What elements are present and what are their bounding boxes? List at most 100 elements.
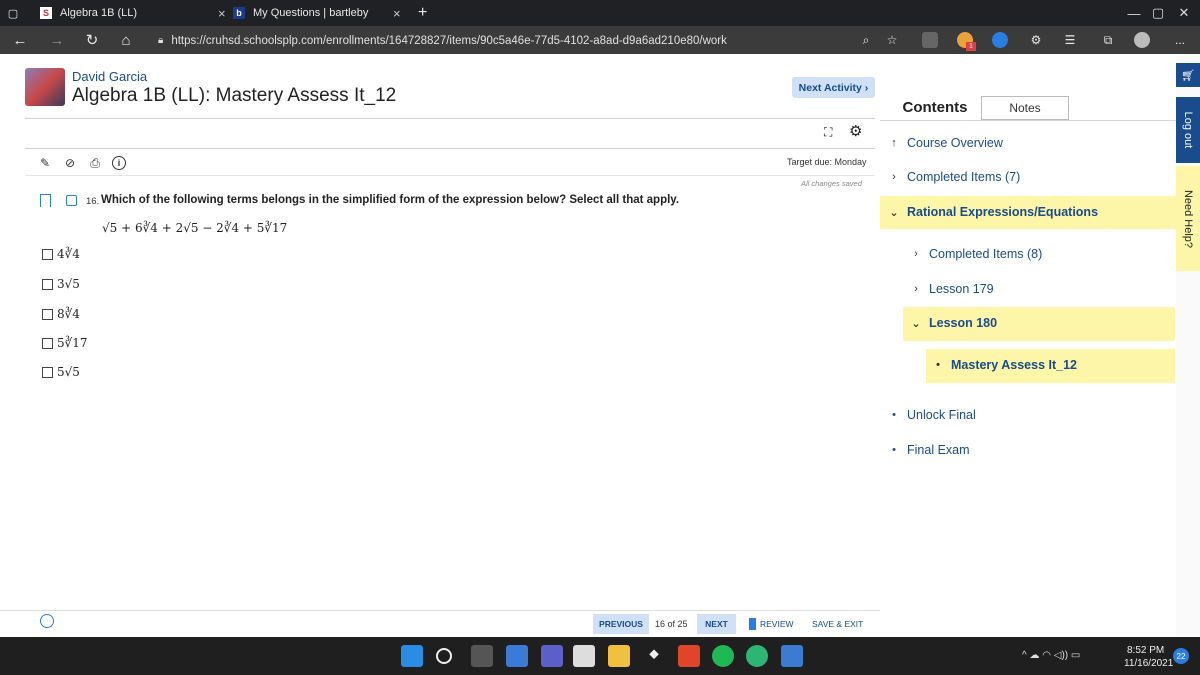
- edge-icon[interactable]: [746, 645, 768, 667]
- url-field[interactable]: 🔒︎ https://cruhsd.schoolsplp.com/enrollm…: [158, 30, 893, 51]
- checkbox[interactable]: [42, 278, 53, 290]
- tab-contents[interactable]: Contents: [893, 96, 977, 120]
- sidebar-item-unit[interactable]: ⌄ Rational Expressions/Equations: [887, 205, 1098, 219]
- print-icon[interactable]: ⎙: [88, 156, 102, 170]
- extension-icon[interactable]: [992, 32, 1008, 48]
- sidebar-item-label: Lesson 179: [929, 282, 994, 296]
- forward-icon[interactable]: →: [45, 26, 69, 54]
- sidebar-item-lesson-179[interactable]: › Lesson 179: [909, 282, 994, 296]
- logout-button[interactable]: Log out: [1176, 97, 1200, 163]
- next-button[interactable]: NEXT: [697, 614, 736, 634]
- favorites-icon[interactable]: ☰: [1060, 26, 1080, 54]
- refresh-icon[interactable]: ↻: [80, 26, 104, 54]
- extension-icon[interactable]: [922, 32, 938, 48]
- info-icon[interactable]: i: [112, 156, 126, 170]
- home-icon[interactable]: ⌂: [114, 26, 138, 54]
- teams-icon[interactable]: [541, 645, 563, 667]
- tab-title: My Questions | bartleby: [253, 7, 369, 19]
- target-due: Target due: Monday: [787, 157, 867, 167]
- checkbox[interactable]: [42, 248, 53, 260]
- bullet-icon: •: [936, 359, 940, 371]
- photos-icon[interactable]: [781, 645, 803, 667]
- cart-icon[interactable]: 🛒︎: [1176, 63, 1200, 87]
- windows-taskbar: [0, 637, 1200, 675]
- favorite-star-icon[interactable]: ☆: [882, 26, 902, 54]
- schoolsplp-favicon-icon: S: [40, 7, 52, 19]
- clock-date[interactable]: 11/16/2021: [1124, 658, 1173, 669]
- tab-notes[interactable]: Notes: [981, 96, 1069, 120]
- back-icon[interactable]: ←: [8, 26, 32, 54]
- next-activity-button[interactable]: Next Activity ›: [792, 77, 875, 98]
- file-explorer-icon[interactable]: [608, 645, 630, 667]
- close-window-button[interactable]: ✕: [1166, 0, 1200, 26]
- extensions-puzzle-icon[interactable]: ⚙: [1026, 26, 1046, 54]
- sidebar-item-completed-items[interactable]: › Completed Items (7): [887, 170, 1020, 184]
- checkbox[interactable]: [42, 308, 53, 320]
- chevron-right-icon: ›: [892, 171, 896, 183]
- tab-title: Algebra 1B (LL): [60, 7, 138, 19]
- sidebar-item-mastery-assess[interactable]: • Mastery Assess It_12: [931, 358, 1077, 372]
- dropbox-icon[interactable]: ⬥: [643, 645, 665, 667]
- system-tray-icons[interactable]: ^ ☁ ◠ ◁)) ▭: [1022, 650, 1080, 661]
- browser-tab-algebra[interactable]: S Algebra 1B (LL) ×: [40, 0, 228, 26]
- windows-start-icon[interactable]: [401, 645, 423, 667]
- profile-avatar[interactable]: [1134, 32, 1150, 48]
- lock-icon: 🔒︎: [158, 35, 164, 46]
- note-icon[interactable]: [66, 195, 77, 206]
- trello-icon[interactable]: [506, 645, 528, 667]
- checkbox[interactable]: [42, 337, 53, 349]
- bartleby-favicon-icon: b: [233, 7, 245, 19]
- sidebar-item-unlock-final[interactable]: • Unlock Final: [887, 408, 976, 422]
- close-icon[interactable]: ×: [218, 6, 226, 21]
- search-icon[interactable]: [436, 648, 452, 664]
- browser-tab-bar: ▢ S Algebra 1B (LL) × b My Questions | b…: [0, 0, 1200, 26]
- browser-tab-bartleby[interactable]: b My Questions | bartleby ×: [233, 0, 411, 26]
- choice-label: 8∛4: [57, 307, 80, 321]
- amazon-icon[interactable]: [573, 645, 595, 667]
- notification-badge[interactable]: 22: [1173, 648, 1189, 664]
- more-menu-icon[interactable]: ...: [1168, 26, 1192, 54]
- choice-checkbox[interactable]: 8∛4: [42, 307, 80, 321]
- chevron-down-icon: ⌄: [889, 206, 899, 219]
- sidebar-item-lesson-180[interactable]: ⌄ Lesson 180: [909, 316, 997, 330]
- clock-time[interactable]: 8:52 PM: [1127, 645, 1164, 656]
- pencil-icon[interactable]: ✎: [38, 156, 52, 170]
- page-counter: 16 of 25: [655, 619, 688, 629]
- browser-address-bar: ← → ↻ ⌂ 🔒︎ https://cruhsd.schoolsplp.com…: [0, 26, 1200, 54]
- student-name[interactable]: David Garcia: [72, 69, 147, 84]
- sidebar-item-course-overview[interactable]: ↑ Course Overview: [887, 136, 1003, 150]
- choice-checkbox[interactable]: 4∛4: [42, 247, 80, 261]
- checkbox[interactable]: [42, 366, 53, 378]
- question-text: Which of the following terms belongs in …: [101, 194, 680, 206]
- timer-icon[interactable]: [40, 614, 54, 628]
- new-tab-button[interactable]: +: [418, 0, 438, 26]
- office-icon[interactable]: [678, 645, 700, 667]
- close-icon[interactable]: ×: [393, 6, 401, 21]
- choice-checkbox[interactable]: 5∛17: [42, 336, 88, 350]
- sidebar-item-completed-items-8[interactable]: › Completed Items (8): [909, 247, 1042, 261]
- choice-checkbox[interactable]: 3√5: [42, 277, 80, 291]
- tab-actions-icon[interactable]: ▢: [0, 0, 26, 26]
- eliminator-icon[interactable]: ⊘: [63, 156, 77, 170]
- previous-button[interactable]: PREVIOUS: [593, 614, 649, 634]
- choice-label: 5∛17: [57, 336, 88, 350]
- collections-icon[interactable]: ⧉: [1098, 26, 1118, 54]
- course-avatar: [25, 68, 65, 106]
- choice-checkbox[interactable]: 5√5: [42, 365, 80, 379]
- zoom-icon[interactable]: ⌕: [856, 26, 876, 54]
- task-view-icon[interactable]: [471, 645, 493, 667]
- question-expression: √5 + 6∛4 + 2√5 − 2∛4 + 5∛17: [102, 221, 288, 235]
- bullet-icon: •: [892, 444, 896, 456]
- review-button[interactable]: REVIEW: [749, 615, 794, 633]
- sidebar-item-final-exam[interactable]: • Final Exam: [887, 443, 969, 457]
- spotify-icon[interactable]: [712, 645, 734, 667]
- extension-badge: 1: [966, 42, 976, 51]
- gear-icon[interactable]: ⚙: [849, 122, 862, 140]
- divider: [25, 175, 875, 176]
- fullscreen-icon[interactable]: ⛶: [824, 125, 832, 140]
- choice-label: 3√5: [57, 277, 80, 291]
- need-help-button[interactable]: Need Help?: [1176, 166, 1200, 271]
- bookmark-icon[interactable]: [40, 194, 51, 207]
- save-exit-button[interactable]: SAVE & EXIT: [812, 619, 863, 629]
- sidebar-item-label: Lesson 180: [929, 316, 998, 330]
